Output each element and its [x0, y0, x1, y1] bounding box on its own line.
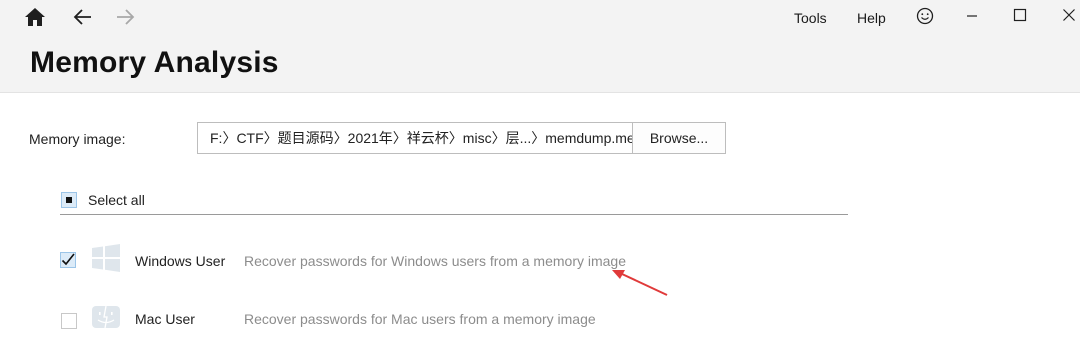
minimize-icon[interactable] — [962, 6, 982, 26]
memory-image-label: Memory image: — [29, 131, 126, 147]
home-icon[interactable] — [22, 5, 48, 29]
mac-user-description: Recover passwords for Mac users from a m… — [244, 311, 596, 327]
browse-button[interactable]: Browse... — [632, 122, 726, 154]
mac-finder-icon — [91, 305, 121, 329]
menu-help[interactable]: Help — [857, 10, 886, 26]
maximize-icon[interactable] — [1010, 5, 1030, 25]
windows-user-description: Recover passwords for Windows users from… — [244, 253, 627, 269]
forward-arrow-icon[interactable] — [112, 5, 138, 29]
smiley-icon[interactable] — [915, 6, 935, 26]
menu-tools[interactable]: Tools — [794, 10, 827, 26]
windows-user-name: Windows User — [135, 253, 226, 269]
select-all-checkbox[interactable] — [61, 192, 77, 208]
close-icon[interactable] — [1059, 5, 1079, 25]
mac-user-checkbox[interactable] — [61, 313, 77, 329]
back-arrow-icon[interactable] — [70, 5, 96, 29]
title-bar: Tools Help Memory Analysis — [0, 0, 1080, 93]
memory-image-path-field[interactable]: F:〉CTF〉题目源码〉2021年〉祥云杯〉misc〉层...〉memdump.… — [197, 122, 632, 154]
divider — [60, 214, 848, 215]
windows-logo-icon — [91, 244, 121, 272]
mac-user-name: Mac User — [135, 311, 195, 327]
annotation-arrow-icon — [612, 270, 668, 296]
select-all-label[interactable]: Select all — [88, 192, 145, 208]
windows-user-checkbox[interactable] — [60, 252, 76, 268]
page-title: Memory Analysis — [30, 46, 279, 79]
checkmark-icon — [61, 253, 75, 266]
